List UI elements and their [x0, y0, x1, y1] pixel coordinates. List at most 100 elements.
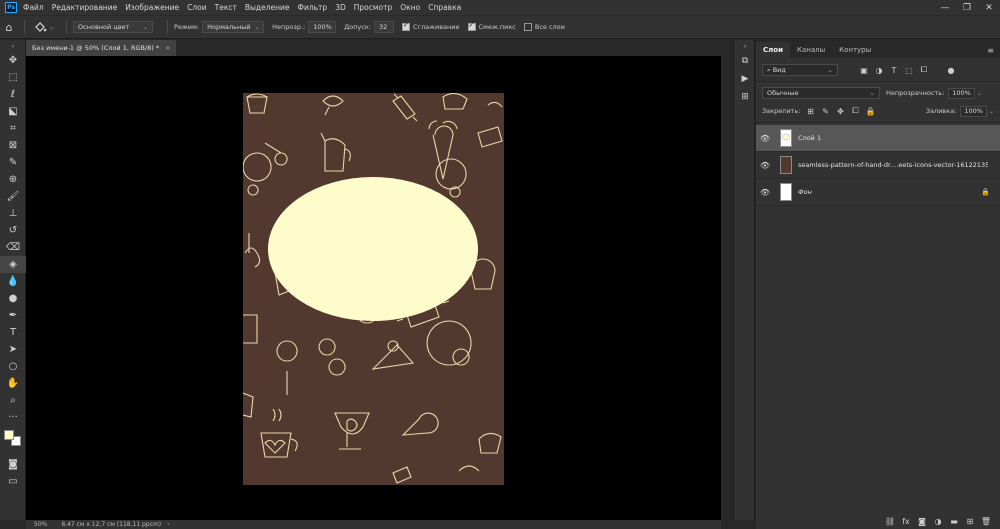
filter-adjustment-icon[interactable]: ◑ — [873, 64, 885, 76]
crop-tool-icon[interactable]: ⌗ — [0, 120, 26, 137]
layer-row-background[interactable]: 👁 Фон 🔒 — [756, 179, 1000, 206]
menu-3d[interactable]: 3D — [335, 3, 346, 12]
lock-all-icon[interactable]: 🔒 — [864, 105, 876, 117]
status-bar: 50% 8,47 см x 12,7 см (118,11 ppcm) › — [26, 520, 721, 529]
eye-icon[interactable]: 👁 — [756, 161, 774, 170]
chevron-down-icon[interactable]: ⌄ — [989, 108, 994, 115]
lock-transparency-icon[interactable]: ⊞ — [804, 105, 816, 117]
pen-tool-icon[interactable]: ✒ — [0, 307, 26, 324]
menu-image[interactable]: Изображение — [125, 3, 179, 12]
adjustment-layer-icon[interactable]: ◑ — [930, 517, 946, 526]
status-menu-arrow[interactable]: › — [167, 521, 169, 528]
move-tool-icon[interactable]: ✥ — [0, 52, 26, 69]
panel-menu-icon[interactable]: ≡ — [987, 42, 994, 58]
marquee-tool-icon[interactable]: ⬚ — [0, 69, 26, 86]
menu-select[interactable]: Выделение — [245, 3, 290, 12]
tolerance-input[interactable]: 32 — [374, 21, 395, 33]
close-button[interactable]: ✕ — [978, 0, 1000, 15]
tab-layers[interactable]: Слои — [756, 42, 790, 58]
menu-layers[interactable]: Слои — [187, 3, 207, 12]
all-layers-checkbox[interactable] — [523, 23, 532, 31]
eyedropper-tool-icon[interactable]: ✎ — [0, 154, 26, 171]
shape-tool-icon[interactable]: ○ — [0, 358, 26, 375]
link-layers-icon[interactable]: ⛓ — [882, 517, 898, 526]
more-tools-icon[interactable]: ··· — [0, 409, 26, 426]
lock-pixels-icon[interactable]: ✎ — [819, 105, 831, 117]
photoshop-logo: Ps — [5, 2, 17, 13]
lock-artboard-icon[interactable]: ⧠ — [849, 105, 861, 117]
tab-channels[interactable]: Каналы — [790, 42, 832, 58]
new-group-icon[interactable]: ▬ — [946, 517, 962, 526]
quick-mask-icon[interactable]: ◙ — [0, 456, 26, 473]
hand-tool-icon[interactable]: ✋ — [0, 375, 26, 392]
document-workspace[interactable] — [26, 56, 721, 520]
eye-icon[interactable]: 👁 — [756, 134, 774, 143]
menu-file[interactable]: Файл — [23, 3, 44, 12]
eye-icon[interactable]: 👁 — [756, 188, 774, 197]
menu-edit[interactable]: Редактирование — [52, 3, 117, 12]
brush-tool-icon[interactable]: 🖌 — [0, 188, 26, 205]
fill-input[interactable]: 100% — [960, 105, 987, 117]
screen-mode-icon[interactable]: ▭ — [0, 473, 26, 490]
home-icon[interactable]: ⌂ — [0, 18, 18, 36]
layer-row-layer1[interactable]: 👁 Слой 1 — [756, 125, 1000, 152]
paint-bucket-tool-icon[interactable]: ◈ — [0, 256, 26, 273]
menu-help[interactable]: Справка — [428, 3, 461, 12]
clone-stamp-tool-icon[interactable]: ⊥ — [0, 205, 26, 222]
layer-row-pattern[interactable]: 👁 seamless-pattern-of-hand-dr....eets-ic… — [756, 152, 1000, 179]
fill-source-select[interactable]: Основной цвет ⌄ — [73, 21, 154, 33]
close-tab-icon[interactable]: × — [165, 44, 170, 52]
antialias-checkbox[interactable] — [402, 21, 411, 31]
chevron-down-icon[interactable]: ⌄ — [977, 90, 982, 97]
chevron-down-icon[interactable]: ⌄ — [49, 24, 54, 31]
paint-bucket-preset-icon[interactable] — [31, 18, 49, 36]
contiguous-checkbox[interactable] — [467, 21, 476, 31]
blur-tool-icon[interactable]: 💧 — [0, 273, 26, 290]
healing-brush-tool-icon[interactable]: ⊕ — [0, 171, 26, 188]
type-tool-icon[interactable]: T — [0, 324, 26, 341]
minimize-button[interactable]: — — [934, 0, 956, 15]
menu-view[interactable]: Просмотр — [354, 3, 393, 12]
document-canvas[interactable] — [243, 93, 504, 485]
eraser-tool-icon[interactable]: ⌫ — [0, 239, 26, 256]
zoom-tool-icon[interactable]: ⌕ — [0, 392, 26, 409]
quick-select-tool-icon[interactable]: ⬕ — [0, 103, 26, 120]
lasso-tool-icon[interactable]: ℓ — [0, 86, 26, 103]
actions-play-icon[interactable]: ▶ — [734, 70, 756, 88]
filter-toggle-icon[interactable]: ● — [945, 64, 957, 76]
collapse-icon[interactable]: « — [734, 40, 756, 52]
properties-icon[interactable]: ⊞ — [734, 88, 756, 106]
add-mask-icon[interactable]: ◙ — [914, 517, 930, 526]
menu-filter[interactable]: Фильтр — [298, 3, 328, 12]
history-icon[interactable]: ⧉ — [734, 52, 756, 70]
dodge-tool-icon[interactable]: ● — [0, 290, 26, 307]
filter-pixel-icon[interactable]: ▣ — [858, 64, 870, 76]
menu-window[interactable]: Окно — [400, 3, 420, 12]
zoom-level[interactable]: 50% — [34, 521, 47, 528]
tab-paths[interactable]: Контуры — [832, 42, 878, 58]
new-layer-icon[interactable]: ⊞ — [962, 517, 978, 526]
mode-select[interactable]: Нормальный ⌄ — [202, 21, 265, 33]
filter-shape-icon[interactable]: ⬚ — [903, 64, 915, 76]
document-tab[interactable]: Без имени-1 @ 50% (Слой 1, RGB/8) * × — [26, 40, 176, 56]
trash-icon[interactable]: 🗑 — [978, 517, 994, 526]
collapsed-panels: « ⧉ ▶ ⊞ — [733, 40, 755, 520]
filter-smart-object-icon[interactable]: ⧠ — [918, 64, 930, 76]
filter-type-icon[interactable]: T — [888, 64, 900, 76]
maximize-button[interactable]: ❐ — [956, 0, 978, 15]
layer-style-icon[interactable]: fx — [898, 517, 914, 526]
foreground-color-swatch[interactable] — [4, 430, 14, 440]
layer-filter-select[interactable]: ⌕ Вид ⌄ — [762, 64, 838, 76]
lock-icon[interactable]: 🔒 — [981, 188, 990, 196]
layers-panel-footer: ⛓ fx ◙ ◑ ▬ ⊞ 🗑 — [756, 513, 1000, 529]
lock-position-icon[interactable]: ✥ — [834, 105, 846, 117]
layer-thumbnail — [780, 129, 792, 147]
layer-opacity-input[interactable]: 100% — [948, 87, 975, 99]
collapse-icon[interactable]: » — [0, 40, 26, 52]
path-select-tool-icon[interactable]: ➤ — [0, 341, 26, 358]
menu-type[interactable]: Текст — [215, 3, 237, 12]
opacity-input[interactable]: 100% — [308, 21, 337, 33]
frame-tool-icon[interactable]: ⊠ — [0, 137, 26, 154]
history-brush-tool-icon[interactable]: ↺ — [0, 222, 26, 239]
blend-mode-select[interactable]: Обычные ⌄ — [762, 87, 880, 99]
